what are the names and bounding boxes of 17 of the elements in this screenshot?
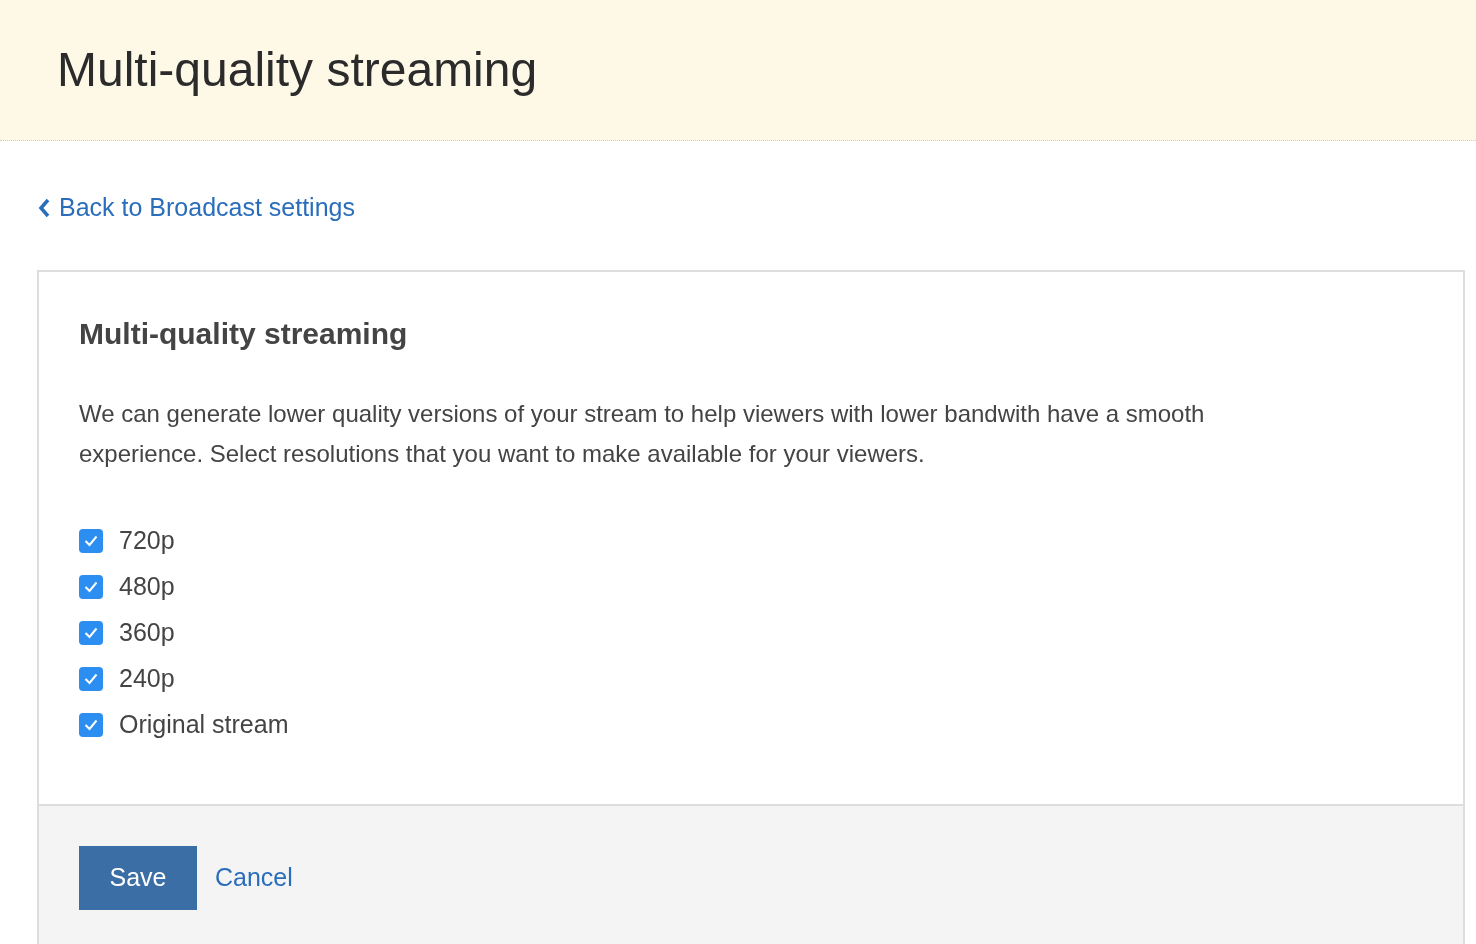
page-title: Multi-quality streaming [57,42,538,99]
checkbox[interactable] [79,621,103,645]
checkbox[interactable] [79,667,103,691]
chevron-left-icon [37,196,51,219]
option-label: 240p [119,663,175,695]
option-label: 720p [119,525,175,557]
back-link[interactable]: Back to Broadcast settings [37,189,355,227]
checkbox[interactable] [79,529,103,553]
option-label: 360p [119,617,175,649]
checkbox[interactable] [79,713,103,737]
panel-heading: Multi-quality streaming [79,316,409,352]
save-button[interactable]: Save [79,846,197,910]
option-label: Original stream [119,709,289,741]
checkbox[interactable] [79,575,103,599]
description-text: We can generate lower quality versions of your stream to help viewers with lower bandwith have a smooth experience. Select resolutions that you want to make available for your viewers. [79,399,1206,469]
cancel-link[interactable]: Cancel [215,859,293,897]
option-label: 480p [119,571,175,603]
